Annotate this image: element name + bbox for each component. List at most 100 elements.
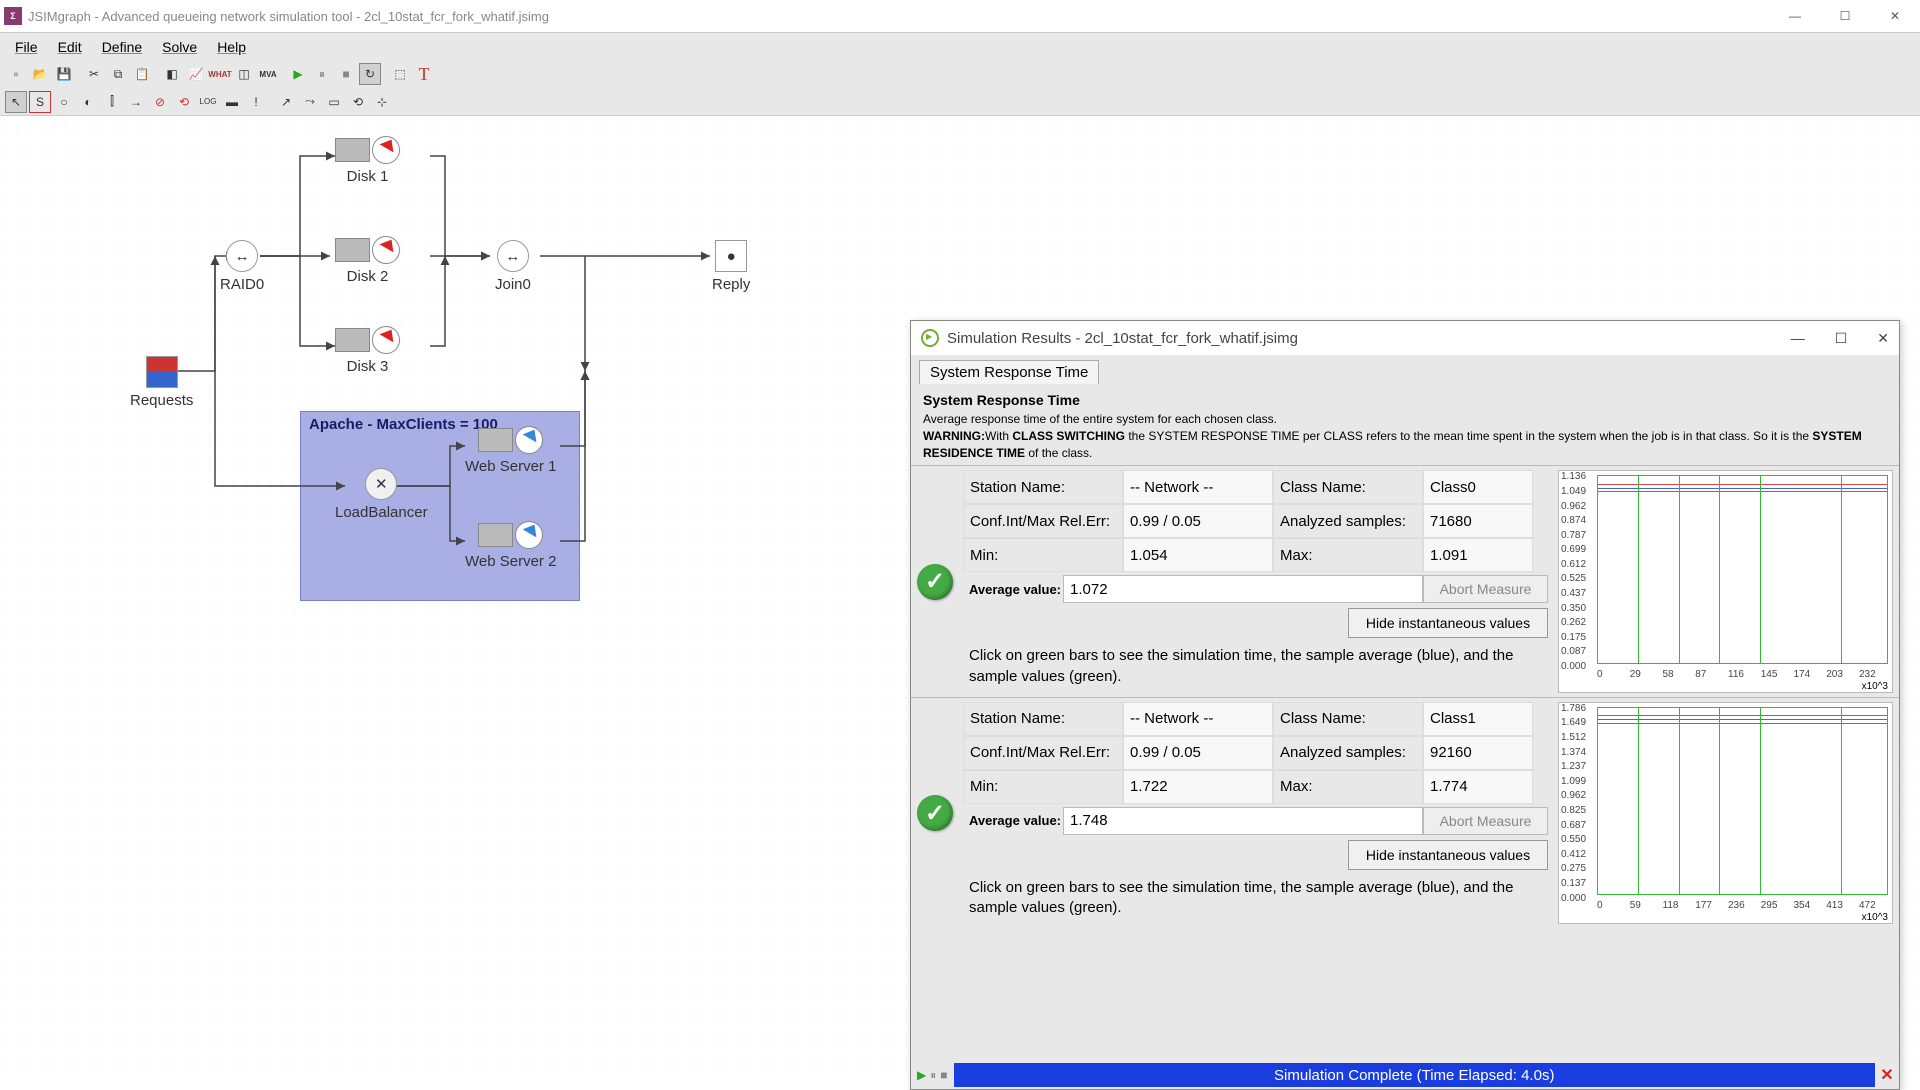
status-pause-icon[interactable]: ⏸ [930, 1068, 936, 1083]
place-tool-icon[interactable]: ! [245, 91, 267, 113]
node-ws2[interactable]: Web Server 2 [465, 521, 556, 570]
value-avg: 1.748 [1063, 807, 1423, 835]
hide-values-button[interactable]: Hide instantaneous values [1348, 608, 1548, 638]
delay-tool-icon[interactable]: ◐ [77, 91, 99, 113]
maximize-button[interactable]: ☐ [1820, 0, 1870, 32]
rotate-tool-icon[interactable]: ⟲ [347, 91, 369, 113]
node-reply[interactable]: ● Reply [712, 240, 750, 293]
fork-icon: ↔ [226, 240, 258, 272]
menu-help[interactable]: Help [207, 36, 256, 58]
menu-define[interactable]: Define [92, 36, 152, 58]
abort-button: Abort Measure [1423, 575, 1548, 603]
value-station: -- Network -- [1123, 470, 1273, 504]
status-stop-icon[interactable]: ■ [940, 1068, 947, 1083]
chart-icon[interactable]: 📈 [185, 63, 207, 85]
toolbar-main: ▫ 📂 💾 ✂ ⧉ 📋 ◧ 📈 WHAT ◫ MVA ▶ ⏸ ■ ↻ ⬚ T [0, 60, 1920, 88]
panel-header: System Response Time Average response ti… [911, 384, 1899, 465]
paste-icon[interactable]: 📋 [131, 63, 153, 85]
label-conf: Conf.Int/Max Rel.Err: [963, 504, 1123, 538]
node-raid[interactable]: ↔ RAID0 [220, 240, 264, 293]
value-samples: 71680 [1423, 504, 1533, 538]
link-tool-icon[interactable]: ↗ [275, 91, 297, 113]
node-label: Disk 1 [335, 168, 400, 185]
node-ws1[interactable]: Web Server 1 [465, 426, 556, 475]
text-icon[interactable]: T [413, 63, 435, 85]
whatif-icon[interactable]: WHAT [209, 63, 231, 85]
node-disk2[interactable]: Disk 2 [335, 236, 400, 285]
menu-solve[interactable]: Solve [152, 36, 207, 58]
open-icon[interactable]: 📂 [29, 63, 51, 85]
node-join[interactable]: ↔ Join0 [495, 240, 531, 293]
label-station: Station Name: [963, 470, 1123, 504]
sink-tool-icon[interactable]: ▬ [221, 91, 243, 113]
label-max: Max: [1273, 538, 1423, 572]
label-min: Min: [963, 770, 1123, 804]
tab-system-response-time[interactable]: System Response Time [919, 360, 1099, 384]
node-requests[interactable]: Requests [130, 356, 193, 409]
value-max: 1.091 [1423, 538, 1533, 572]
close-button[interactable]: ✕ [1870, 0, 1920, 32]
menu-file[interactable]: File [5, 36, 48, 58]
region-tool-icon[interactable]: ▭ [323, 91, 345, 113]
dialog-maximize-button[interactable]: ☐ [1835, 330, 1848, 347]
template-icon[interactable]: ⬚ [389, 63, 411, 85]
status-play-icon[interactable]: ▶ [917, 1068, 926, 1083]
pause-icon[interactable]: ⏸ [311, 63, 333, 85]
jaba-icon[interactable]: ◫ [233, 63, 255, 85]
classes-icon[interactable]: ◧ [161, 63, 183, 85]
cut-icon[interactable]: ✂ [83, 63, 105, 85]
value-conf: 0.99 / 0.05 [1123, 504, 1273, 538]
status-close-button[interactable]: ✕ [1875, 1065, 1899, 1085]
dialog-close-button[interactable]: ✕ [1877, 330, 1889, 347]
classswitch-tool-icon[interactable]: ⟲ [173, 91, 195, 113]
minimize-button[interactable]: — [1770, 0, 1820, 32]
new-icon[interactable]: ▫ [5, 63, 27, 85]
label-min: Min: [963, 538, 1123, 572]
node-label: Web Server 2 [465, 553, 556, 570]
label-conf: Conf.Int/Max Rel.Err: [963, 736, 1123, 770]
bezier-tool-icon[interactable]: ⤳ [299, 91, 321, 113]
node-label: Join0 [495, 276, 531, 293]
hide-values-button[interactable]: Hide instantaneous values [1348, 840, 1548, 870]
node-disk1[interactable]: Disk 1 [335, 136, 400, 185]
router-tool-icon[interactable]: ⊘ [149, 91, 171, 113]
measure-panel-1: ✓ Station Name: -- Network -- Class Name… [911, 697, 1899, 929]
join-tool-icon[interactable]: → [125, 91, 147, 113]
value-class: Class1 [1423, 702, 1533, 736]
panel-description: Average response time of the entire syst… [923, 411, 1887, 428]
stop-icon[interactable]: ■ [335, 63, 357, 85]
copy-icon[interactable]: ⧉ [107, 63, 129, 85]
toolbar-palette: ↖ S ○ ◐ ⫿ → ⊘ ⟲ LOG ▬ ! ↗ ⤳ ▭ ⟲ ⊹ [0, 88, 1920, 116]
refresh-icon[interactable]: ↻ [359, 63, 381, 85]
save-icon[interactable]: 💾 [53, 63, 75, 85]
label-max: Max: [1273, 770, 1423, 804]
label-samples: Analyzed samples: [1273, 504, 1423, 538]
value-class: Class0 [1423, 470, 1533, 504]
join-icon: ↔ [497, 240, 529, 272]
value-station: -- Network -- [1123, 702, 1273, 736]
logger-tool-icon[interactable]: LOG [197, 91, 219, 113]
value-max: 1.774 [1423, 770, 1533, 804]
menu-bar: File Edit Define Solve Help [0, 32, 1920, 60]
snap-tool-icon[interactable]: ⊹ [371, 91, 393, 113]
dialog-minimize-button[interactable]: — [1791, 330, 1805, 347]
success-icon: ✓ [917, 564, 953, 600]
success-icon: ✓ [917, 795, 953, 831]
value-min: 1.054 [1123, 538, 1273, 572]
value-min: 1.722 [1123, 770, 1273, 804]
mva-icon[interactable]: MVA [257, 63, 279, 85]
select-tool-icon[interactable]: ↖ [5, 91, 27, 113]
node-label: Disk 3 [335, 358, 400, 375]
chart-hint: Click on green bars to see the simulatio… [963, 640, 1548, 693]
station-tool-icon[interactable]: ○ [53, 91, 75, 113]
node-disk3[interactable]: Disk 3 [335, 326, 400, 375]
value-avg: 1.072 [1063, 575, 1423, 603]
instant-chart[interactable]: 1.1361.0490.9620.8740.7870.6990.6120.525… [1558, 470, 1893, 693]
fork-tool-icon[interactable]: ⫿ [101, 91, 123, 113]
play-icon[interactable]: ▶ [287, 63, 309, 85]
node-loadbalancer[interactable]: ✕ LoadBalancer [335, 468, 428, 521]
source-tool-icon[interactable]: S [29, 91, 51, 113]
menu-edit[interactable]: Edit [48, 36, 92, 58]
instant-chart[interactable]: 1.7861.6491.5121.3741.2371.0990.9620.825… [1558, 702, 1893, 925]
results-icon [921, 329, 939, 347]
